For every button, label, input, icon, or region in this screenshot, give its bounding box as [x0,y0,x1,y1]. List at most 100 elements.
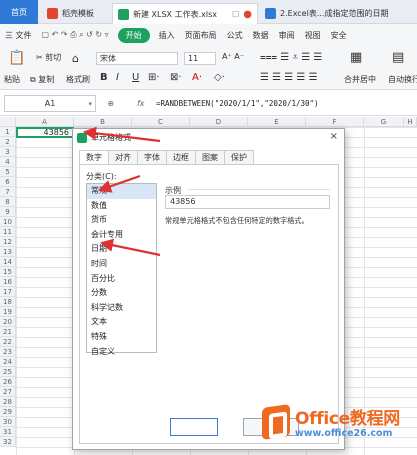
tab-workbook[interactable]: 新建 XLSX 工作表.xlsx ☐ ● [112,3,258,24]
row-header[interactable]: 24 [0,357,16,367]
category-item[interactable]: 特殊 [87,330,156,345]
column-header[interactable]: B [74,117,132,127]
tab-border[interactable]: 边框 [167,150,196,165]
category-item[interactable]: 时间 [87,257,156,272]
row-header[interactable]: 30 [0,417,16,427]
row-header[interactable]: 11 [0,227,16,237]
chevron-down-icon[interactable]: ▾ [88,100,92,108]
category-item[interactable]: 会计专用 [87,228,156,243]
row-header[interactable]: 7 [0,187,16,197]
column-header[interactable]: A [16,117,74,127]
category-item[interactable]: 日期 [87,242,156,257]
tab-docer[interactable]: 稻壳模板 [42,3,108,24]
bold-icon[interactable]: B [100,72,108,83]
row-header[interactable]: 27 [0,387,16,397]
ok-button[interactable] [170,418,218,436]
tab-alignment[interactable]: 对齐 [109,150,138,165]
format-painter-icon[interactable]: ⌂ [72,52,79,65]
row-header[interactable]: 20 [0,317,16,327]
row-header[interactable]: 25 [0,367,16,377]
format-painter-button[interactable]: 格式刷 [66,74,90,85]
category-item[interactable]: 货币 [87,213,156,228]
align-icons[interactable]: ☰ ☰ ☰ ☰ ☰ [260,72,318,83]
fx-icon[interactable]: fx [137,99,145,108]
underline-icon[interactable]: U [132,72,139,83]
column-header[interactable]: H [404,117,417,127]
column-header[interactable]: C [132,117,190,127]
row-header[interactable]: 6 [0,177,16,187]
column-header[interactable]: E [248,117,306,127]
row-header[interactable]: 18 [0,297,16,307]
row-header[interactable]: 5 [0,167,16,177]
clear-icon[interactable]: ◇· [214,72,225,83]
tab-pin-icon[interactable]: ☐ [232,10,239,19]
merge-button[interactable]: 合并居中 [344,74,376,85]
category-item[interactable]: 分数 [87,286,156,301]
row-header[interactable]: 23 [0,347,16,357]
row-header[interactable]: 1 [0,127,16,137]
wrap-icon[interactable]: ▤ [392,50,404,65]
row-header[interactable]: 28 [0,397,16,407]
font-grow-icon[interactable]: A⁺ A⁻ [222,52,244,61]
select-all-corner[interactable] [0,117,16,127]
tab-font[interactable]: 字体 [138,150,167,165]
font-color-icon[interactable]: A· [192,72,202,83]
wrap-button[interactable]: 自动换行 [388,74,417,85]
paste-button[interactable]: 粘贴 [4,74,20,85]
menu-review[interactable]: 审阅 [274,30,300,41]
tab-number[interactable]: 数字 [79,150,109,165]
menu-view[interactable]: 视图 [300,30,326,41]
paste-icon[interactable]: 📋 [8,50,25,66]
italic-icon[interactable]: I [116,72,119,83]
category-item[interactable]: 自定义 [87,345,156,360]
row-header[interactable]: 26 [0,377,16,387]
fill-color-icon[interactable]: ⊠· [170,72,182,83]
menu-file[interactable]: 三 文件 [0,30,37,41]
category-item[interactable]: 常规 [87,184,156,199]
dialog-title-bar[interactable]: 单元格格式 [73,129,344,146]
name-box[interactable]: A1 ▾ [4,95,96,112]
row-header[interactable]: 4 [0,157,16,167]
category-item[interactable]: 数值 [87,199,156,214]
menu-data[interactable]: 数据 [248,30,274,41]
cell-a1[interactable]: 43856 [16,127,74,138]
copy-button[interactable]: ⧉ 复制 [30,74,54,85]
column-header[interactable]: F [306,117,364,127]
row-header[interactable]: 32 [0,437,16,447]
row-header[interactable]: 31 [0,427,16,437]
close-icon[interactable]: × [330,131,338,142]
font-name-select[interactable]: 宋体 [96,52,178,65]
row-header[interactable]: 13 [0,247,16,257]
font-size-select[interactable]: 11 [184,52,216,65]
column-header[interactable]: D [190,117,248,127]
row-header[interactable]: 3 [0,147,16,157]
align-top-icons[interactable]: ⩶ ☰ ⩡ ☰ ☰ [260,52,322,63]
row-header[interactable]: 29 [0,407,16,417]
row-header[interactable]: 22 [0,337,16,347]
category-item[interactable]: 文本 [87,315,156,330]
tab-protection[interactable]: 保护 [225,150,254,165]
row-header[interactable]: 9 [0,207,16,217]
category-item[interactable]: 科学记数 [87,301,156,316]
menu-formula[interactable]: 公式 [222,30,248,41]
merge-icon[interactable]: ▦ [350,50,362,65]
tab-home[interactable]: 首页 [0,0,38,24]
menu-start[interactable]: 开始 [117,27,150,43]
row-header[interactable]: 14 [0,257,16,267]
row-header[interactable]: 2 [0,137,16,147]
cut-button[interactable]: ✂ 剪切 [36,52,61,63]
row-header[interactable]: 10 [0,217,16,227]
toolbar-quick-icons[interactable]: ▢ ↶ ↷ ⎙ ⌕ ↺ ↻ ▿ [37,30,114,40]
tab-pattern[interactable]: 图案 [196,150,225,165]
column-header[interactable]: G [364,117,404,127]
row-header[interactable]: 17 [0,287,16,297]
row-header[interactable]: 15 [0,267,16,277]
tab-unsaved-icon[interactable]: ● [243,9,252,20]
category-item[interactable]: 百分比 [87,272,156,287]
tab-document[interactable]: 2.Excel表...成指定范围的日期 [260,3,410,24]
row-header[interactable]: 16 [0,277,16,287]
row-header[interactable]: 12 [0,237,16,247]
row-header[interactable]: 19 [0,307,16,317]
row-header[interactable]: 8 [0,197,16,207]
menu-security[interactable]: 安全 [326,30,352,41]
